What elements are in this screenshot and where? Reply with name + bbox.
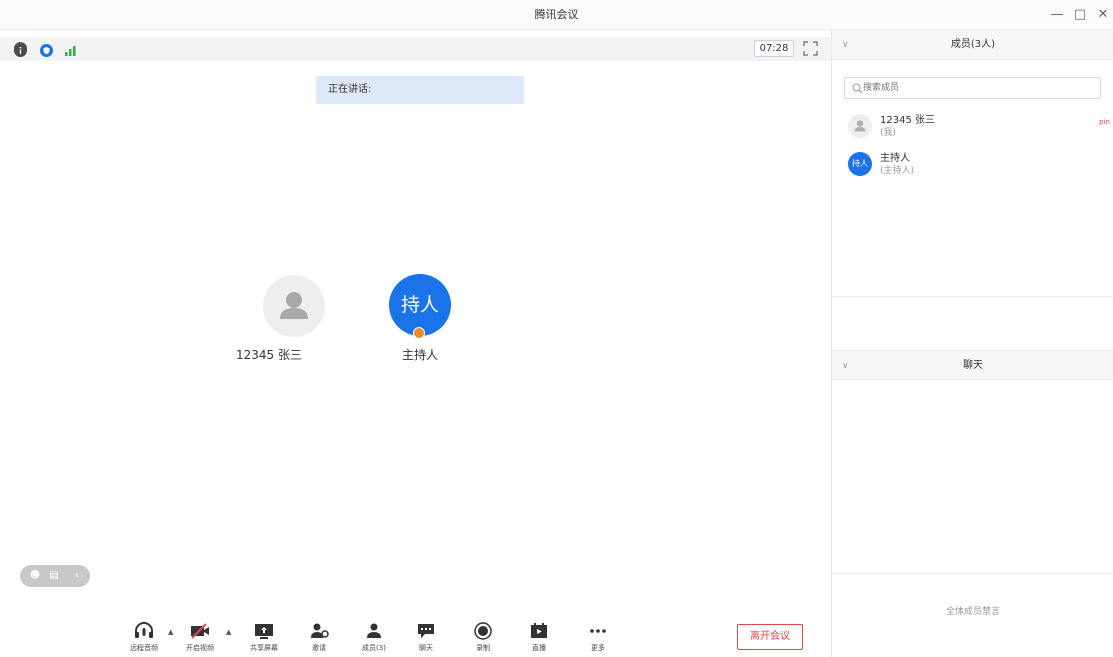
video-button[interactable]: 开启视频 [180, 622, 220, 653]
record-icon [474, 622, 492, 640]
security-shield-icon[interactable] [40, 42, 53, 57]
member-avatar-host: 持人 [848, 152, 872, 176]
member-name-self: 12345 张三 [880, 115, 935, 126]
search-icon [852, 83, 863, 94]
live-button[interactable]: 直播 [519, 622, 559, 653]
host-badge-icon [413, 327, 425, 339]
emoji-icon[interactable]: ☻ [28, 565, 42, 587]
speaking-banner: 正在讲话: [316, 76, 524, 104]
chat-panel-header: ∨ 聊天 [832, 350, 1113, 380]
member-search-input[interactable] [863, 80, 1093, 96]
member-avatar-self [848, 114, 872, 138]
leave-meeting-button[interactable]: 离开会议 [737, 624, 803, 650]
members-panel-title: 成员(3人) [950, 39, 996, 50]
chat-button[interactable]: 聊天 [406, 622, 446, 653]
panel-divider [832, 296, 1113, 297]
members-icon [367, 623, 381, 638]
title-bar: 腾讯会议 — □ ✕ [0, 0, 1113, 30]
participant-name-host: 主持人 [402, 348, 439, 362]
window-title: 腾讯会议 [534, 8, 579, 21]
invite-button[interactable]: 邀请 [299, 622, 339, 653]
audio-button[interactable]: 远程音频 [124, 622, 164, 653]
fullscreen-icon[interactable] [803, 41, 818, 56]
member-tag: pin [1099, 118, 1110, 126]
more-icon [590, 629, 606, 633]
chat-panel-title: 聊天 [963, 360, 983, 371]
default-avatar-icon [854, 120, 866, 132]
participant-avatar-user[interactable] [263, 275, 325, 337]
member-name-host: 主持人 [880, 153, 910, 164]
more-button[interactable]: 更多 [578, 622, 618, 653]
video-off-icon [191, 623, 209, 639]
floating-controls-pill[interactable]: ☻ ▤ ‹ [20, 565, 90, 587]
member-role-self: (我) [880, 128, 897, 138]
member-search-box[interactable] [844, 77, 1101, 99]
meeting-timer: 07:28 [754, 40, 794, 57]
side-panel: ∨ 成员(3人) 12345 张三 (我) pin 持人 主持人 (主持人) ∨… [831, 30, 1113, 657]
default-avatar-icon [280, 292, 308, 319]
chat-icon [418, 624, 434, 638]
member-row-host[interactable]: 持人 主持人 (主持人) [832, 148, 1113, 188]
danmaku-icon[interactable]: ▤ [47, 565, 61, 587]
maximize-icon[interactable]: □ [1068, 0, 1092, 30]
chat-mute-status: 全体成员禁言 [945, 607, 1000, 617]
meeting-top-bar [0, 37, 831, 61]
participant-name-user: 12345 张三 [236, 348, 302, 362]
video-options-caret-icon[interactable]: ▲ [226, 628, 231, 636]
members-button[interactable]: 成员(3) [354, 622, 394, 653]
member-row-self[interactable]: 12345 张三 (我) pin [832, 110, 1113, 150]
share-screen-button[interactable]: 共享屏幕 [244, 622, 284, 653]
audio-options-caret-icon[interactable]: ▲ [168, 628, 173, 636]
live-icon [531, 623, 547, 638]
close-icon[interactable]: ✕ [1091, 0, 1113, 30]
members-panel-header: ∨ 成员(3人) [832, 30, 1113, 60]
headphones-icon [135, 622, 153, 638]
share-screen-icon [255, 624, 273, 639]
invite-icon [311, 623, 329, 638]
signal-strength-icon[interactable] [64, 42, 78, 56]
record-button[interactable]: 录制 [463, 622, 503, 653]
minimize-icon[interactable]: — [1045, 0, 1069, 30]
member-role-host: (主持人) [880, 166, 915, 176]
collapse-chevron-icon[interactable]: ‹ [70, 565, 84, 587]
chat-footer-divider [832, 573, 1113, 574]
meeting-info-icon[interactable] [14, 42, 27, 57]
